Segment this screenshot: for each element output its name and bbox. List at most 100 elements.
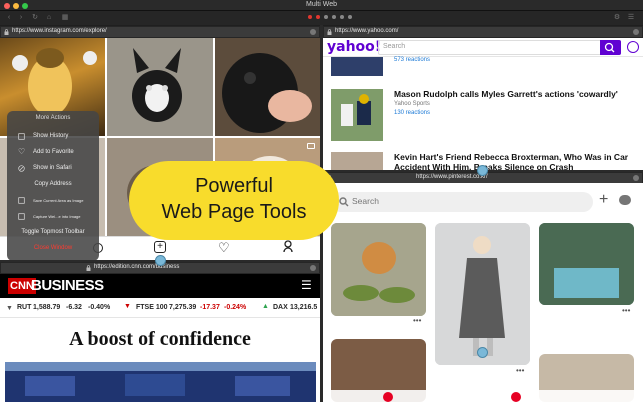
cnn-pane: CNN BUSINESS ☰ ▼ RUT 1,588.79 -6.32 -0.4… — [0, 274, 320, 402]
forward-icon[interactable]: › — [16, 14, 26, 22]
pin-more-icon[interactable]: ••• — [413, 316, 421, 325]
article-source: Yahoo Sports — [394, 101, 430, 107]
article-title[interactable]: Kevin Hart's Friend Rebecca Broxterman, … — [394, 152, 639, 170]
menu-icon[interactable]: ☰ — [626, 14, 636, 22]
address-text: https://www.yahoo.com/ — [335, 28, 399, 34]
page-indicator-dot[interactable] — [340, 15, 344, 19]
article-thumbnail[interactable] — [331, 89, 383, 141]
menu-item-close-window[interactable]: Close Window — [7, 241, 99, 256]
promo-bubble: Powerful Web Page Tools — [129, 161, 339, 240]
split-handle[interactable] — [155, 255, 166, 266]
factory-photo — [5, 362, 316, 402]
address-text: https://www.instagram.com/explore/ — [12, 28, 107, 34]
pin-image[interactable] — [331, 223, 426, 316]
address-bar-yahoo[interactable]: https://www.yahoo.com/ — [323, 26, 643, 38]
back-icon[interactable]: ‹ — [4, 14, 14, 22]
pin-more-icon[interactable]: ••• — [516, 366, 524, 375]
add-pin-icon[interactable]: + — [599, 190, 608, 210]
pinterest-search-input[interactable]: Search — [331, 192, 593, 212]
clear-address-icon[interactable] — [633, 175, 639, 181]
clear-address-icon[interactable] — [633, 29, 639, 35]
menu-item-show-history[interactable]: Show History — [7, 129, 99, 144]
address-bar-instagram[interactable]: https://www.instagram.com/explore/ — [0, 26, 320, 38]
heart-icon[interactable]: ♡ — [218, 240, 230, 256]
menu-item-capture-page-image[interactable]: Capture Wel...e into Image — [7, 209, 99, 224]
lock-icon — [327, 29, 332, 35]
cnn-headline[interactable]: A boost of confidence — [0, 328, 320, 351]
add-post-icon[interactable]: + — [154, 241, 166, 253]
profile-icon[interactable] — [283, 240, 293, 253]
split-handle[interactable] — [477, 165, 488, 176]
lock-icon — [86, 265, 91, 271]
promo-line-1: Powerful — [195, 175, 273, 197]
yahoo-search-input[interactable]: Search — [378, 40, 621, 55]
menu-item-copy-address[interactable]: Copy Address — [7, 177, 99, 192]
explore-photo[interactable] — [215, 38, 320, 136]
yahoo-header: yahoo! Search — [323, 38, 643, 57]
search-icon — [339, 197, 349, 207]
history-icon — [18, 133, 25, 140]
arrow-up-icon: ▲ — [262, 303, 269, 310]
more-actions-menu: More Actions Show History ♡ Add to Favor… — [7, 111, 99, 261]
settings-icon[interactable]: ⚙ — [612, 14, 622, 22]
yahoo-logo[interactable]: yahoo! — [327, 39, 381, 55]
yahoo-search-button[interactable] — [600, 40, 621, 55]
layout-icon[interactable]: ▦ — [60, 14, 70, 22]
arrow-down-icon: ▼ — [124, 303, 131, 310]
page-indicator-dot[interactable] — [308, 15, 312, 19]
explore-photo[interactable] — [107, 38, 213, 136]
page-indicator-dot[interactable] — [348, 15, 352, 19]
account-icon[interactable] — [627, 41, 639, 53]
menu-item-toggle-toolbar[interactable]: Toggle Topmost Toolbar — [7, 225, 99, 240]
page-indicator-dot[interactable] — [324, 15, 328, 19]
pin-image[interactable] — [539, 223, 634, 305]
window-title-bar: Multi Web — [0, 0, 643, 11]
yahoo-pane: yahoo! Search 573 reactions Mason Rudolp… — [323, 38, 643, 170]
image-icon — [18, 213, 25, 220]
reload-icon[interactable]: ↻ — [30, 14, 40, 22]
menu-item-show-in-safari[interactable]: Show in Safari — [7, 161, 99, 176]
page-indicator-dot[interactable] — [316, 15, 320, 19]
cnn-header: CNN BUSINESS ☰ — [0, 274, 320, 298]
lock-icon — [4, 29, 9, 35]
clear-address-icon[interactable] — [310, 265, 316, 271]
cnn-business-brand[interactable]: BUSINESS — [31, 277, 104, 295]
fashion-photo — [435, 223, 530, 365]
reactions-link[interactable]: 130 reactions — [394, 110, 430, 116]
french-bulldog-photo — [107, 38, 213, 136]
address-text: https://www.pinterest.co.kr/ — [416, 174, 488, 180]
menu-item-save-area-image[interactable]: Save Current Area as Image — [7, 193, 99, 208]
reactions-link[interactable]: 573 reactions — [394, 57, 430, 63]
pin-image[interactable] — [435, 223, 530, 365]
promo-line-2: Web Page Tools — [161, 201, 307, 223]
messages-icon[interactable] — [619, 195, 631, 205]
article-thumbnail[interactable] — [331, 57, 383, 76]
video-icon — [307, 143, 315, 149]
pinterest-pane: Search + ••• ••• ••• — [323, 183, 643, 402]
notifications-icon[interactable] — [511, 392, 521, 402]
pool-photo — [539, 223, 634, 305]
football-photo — [331, 89, 383, 141]
pinterest-home-icon[interactable] — [383, 392, 393, 402]
article-thumbnail[interactable] — [331, 152, 383, 170]
heart-icon: ♡ — [18, 147, 26, 156]
hamburger-menu-icon[interactable]: ☰ — [301, 278, 312, 292]
app-title: Multi Web — [306, 1, 337, 8]
clear-address-icon[interactable] — [310, 29, 316, 35]
home-icon[interactable]: ⌂ — [44, 14, 54, 22]
page-indicator-dot[interactable] — [332, 15, 336, 19]
address-text: https://edition.cnn.com/business — [94, 264, 180, 270]
market-ticker: ▼ RUT 1,588.79 -6.32 -0.40% ▼ FTSE 100 7… — [0, 298, 320, 318]
pug-photo — [222, 53, 312, 133]
menu-item-add-favorite[interactable]: ♡ Add to Favorite — [7, 145, 99, 160]
split-handle[interactable] — [477, 347, 488, 358]
pinterest-bottom-bar — [323, 390, 643, 402]
cat-food-photo — [331, 223, 426, 316]
arrow-down-icon: ▼ — [6, 305, 13, 312]
menu-header: More Actions — [35, 115, 71, 121]
pin-more-icon[interactable]: ••• — [622, 306, 630, 315]
search-icon — [604, 42, 615, 53]
headline-photo[interactable] — [5, 362, 316, 402]
main-toolbar: ‹ › ↻ ⌂ ▦ ⚙ ☰ — [0, 11, 643, 25]
article-title[interactable]: Mason Rudolph calls Myles Garrett's acti… — [394, 89, 639, 99]
